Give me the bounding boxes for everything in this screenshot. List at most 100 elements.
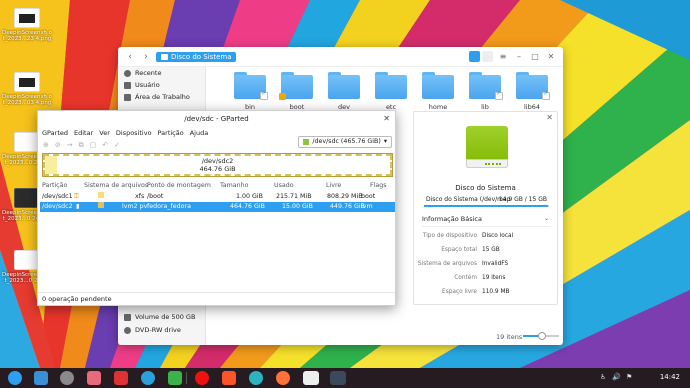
file-manager-task-icon[interactable] [330,371,346,385]
cell-partition: /dev/sdc1 [42,193,73,200]
cell-free: 808.29 MiB [327,193,363,200]
maximize-button[interactable]: □ [529,51,541,63]
menu-view[interactable]: Ver [99,127,110,139]
desktop-file-label: DeepinScreensh ot_2023...03 4.png [2,94,52,106]
table-row[interactable]: /dev/sdc1 ⚿ xfs /boot 1.00 GiB 215.71 Mi… [40,192,395,202]
status-bar: 19 itens [206,329,563,345]
folder-item[interactable]: etc [367,72,415,111]
menu-edit[interactable]: Editar [74,127,93,139]
undo-icon[interactable]: ↶ [102,141,108,149]
partition-table: Partição Sistema de arquivos Ponto de mo… [40,181,395,212]
lock-icon [279,93,286,100]
column-header[interactable]: Sistema de arquivos [84,181,148,191]
edge-icon[interactable] [249,371,263,385]
column-header[interactable]: Partição [42,181,67,191]
folder-icon [234,72,268,100]
settings-icon[interactable] [60,371,74,385]
drive-usage: 14.9 GB / 15 GB [498,196,547,203]
folder-item[interactable]: bin [226,72,274,111]
close-button[interactable]: ✕ [545,51,557,63]
item-count: 19 itens [496,333,523,341]
folder-item[interactable]: lib [461,72,509,111]
chevron-down-icon: ⌄ [543,215,549,222]
disk-icon [303,139,310,145]
clock[interactable]: 14:42 [660,373,680,381]
resize-icon[interactable]: → [67,141,73,149]
accessibility-icon[interactable]: ♿ [600,373,606,381]
section-header[interactable]: Informação Básica ⌄ [422,215,551,227]
folder-item[interactable]: lib64 [508,72,556,111]
pending-operations: 0 operação pendente [42,295,112,303]
copy-icon[interactable]: ⧉ [79,141,84,150]
icon-view-button[interactable] [469,51,480,62]
firefox-icon[interactable] [276,371,290,385]
folder-item[interactable]: dev [320,72,368,111]
minimize-button[interactable]: – [513,51,525,63]
graph-partition-size: 464.76 GiB [199,165,236,173]
table-header: Partição Sistema de arquivos Ponto de mo… [40,181,395,191]
paste-icon[interactable]: ▢ [90,141,97,149]
breadcrumb[interactable]: Disco do Sistema [156,51,237,62]
forward-button[interactable]: › [140,51,152,63]
partition-graph[interactable]: /dev/sdc2 464.76 GiB [42,153,393,177]
brave-icon[interactable] [222,371,236,385]
new-partition-icon[interactable]: ⊕ [43,141,49,149]
sidebar-item-user[interactable]: Usuário [118,79,205,91]
folder-item[interactable]: home [414,72,462,111]
home-icon [124,81,131,89]
desktop-file-icon[interactable]: DeepinScreensh ot_2023...03 4.png [2,72,52,106]
menu-gparted[interactable]: GParted [42,127,68,139]
folder-name: lib64 [523,103,540,111]
maps-icon[interactable] [168,371,182,385]
network-icon[interactable]: ⚑ [626,373,632,381]
desktop-file-icon[interactable]: DeepinScreensh ot_2023...23 4.png [2,8,52,42]
column-header[interactable]: Usado [274,181,294,191]
sidebar-item-recent[interactable]: Recente [118,67,205,79]
cell-used: 15.00 GiB [282,203,313,210]
cell-used: 215.71 MiB [276,193,312,200]
column-header[interactable]: Ponto de montagem [147,181,211,191]
opera-icon[interactable] [195,371,209,385]
folder-name: lib [481,103,489,111]
detail-panel: ✕ Disco do Sistema Disco do Sistema (/de… [413,111,558,305]
terminal-icon[interactable] [114,371,128,385]
menu-icon[interactable]: ≡ [497,51,509,63]
list-view-button[interactable] [482,51,493,62]
sidebar-item-label: Recente [135,69,162,77]
menu-device[interactable]: Dispositivo [116,127,152,139]
device-selector[interactable]: /dev/sdc (465.76 GiB) ▾ [298,136,392,148]
volume-icon[interactable]: 🔊 [612,373,621,381]
gparted-task-icon[interactable] [303,371,319,385]
close-icon[interactable]: ✕ [546,113,553,122]
column-header[interactable]: Tamanho [220,181,249,191]
telegram-icon[interactable] [141,371,155,385]
column-header[interactable]: Livre [326,181,341,191]
sidebar-item-dvd[interactable]: DVD-RW drive [118,324,206,336]
property-key: Espaço livre [442,289,477,295]
multitask-icon[interactable] [34,371,48,385]
folder-icon [375,72,407,99]
property-value: 15 GB [482,247,500,253]
back-button[interactable]: ‹ [124,51,136,63]
app-store-icon[interactable] [87,371,101,385]
device-label: /dev/sdc (465.76 GiB) [312,138,381,145]
zoom-slider[interactable] [523,332,559,340]
disc-icon [124,326,131,334]
folder-item[interactable]: boot [273,72,321,111]
folder-name: home [428,103,448,111]
property-value: Disco local [482,233,514,239]
sidebar-item-desktop[interactable]: Área de Trabalho [118,91,205,103]
close-button[interactable]: ✕ [383,111,390,127]
menu-help[interactable]: Ajuda [190,127,208,139]
column-header[interactable]: Flags [370,181,387,191]
delete-icon[interactable]: ⊘ [55,141,61,149]
zoom-slider-handle[interactable] [538,332,546,340]
apply-icon[interactable]: ✓ [114,141,120,149]
table-row-selected[interactable]: /dev/sdc2 ▮ lvm2 pv fedora_fedora 464.76… [40,202,395,212]
cell-mountpoint: /boot [147,193,164,200]
launcher-icon[interactable] [8,371,22,385]
sidebar-item-volume[interactable]: Volume de 500 GB [118,311,206,323]
desktop-icon [124,93,131,101]
window-title: /dev/sdc - GParted [184,115,249,123]
menu-partition[interactable]: Partição [158,127,184,139]
